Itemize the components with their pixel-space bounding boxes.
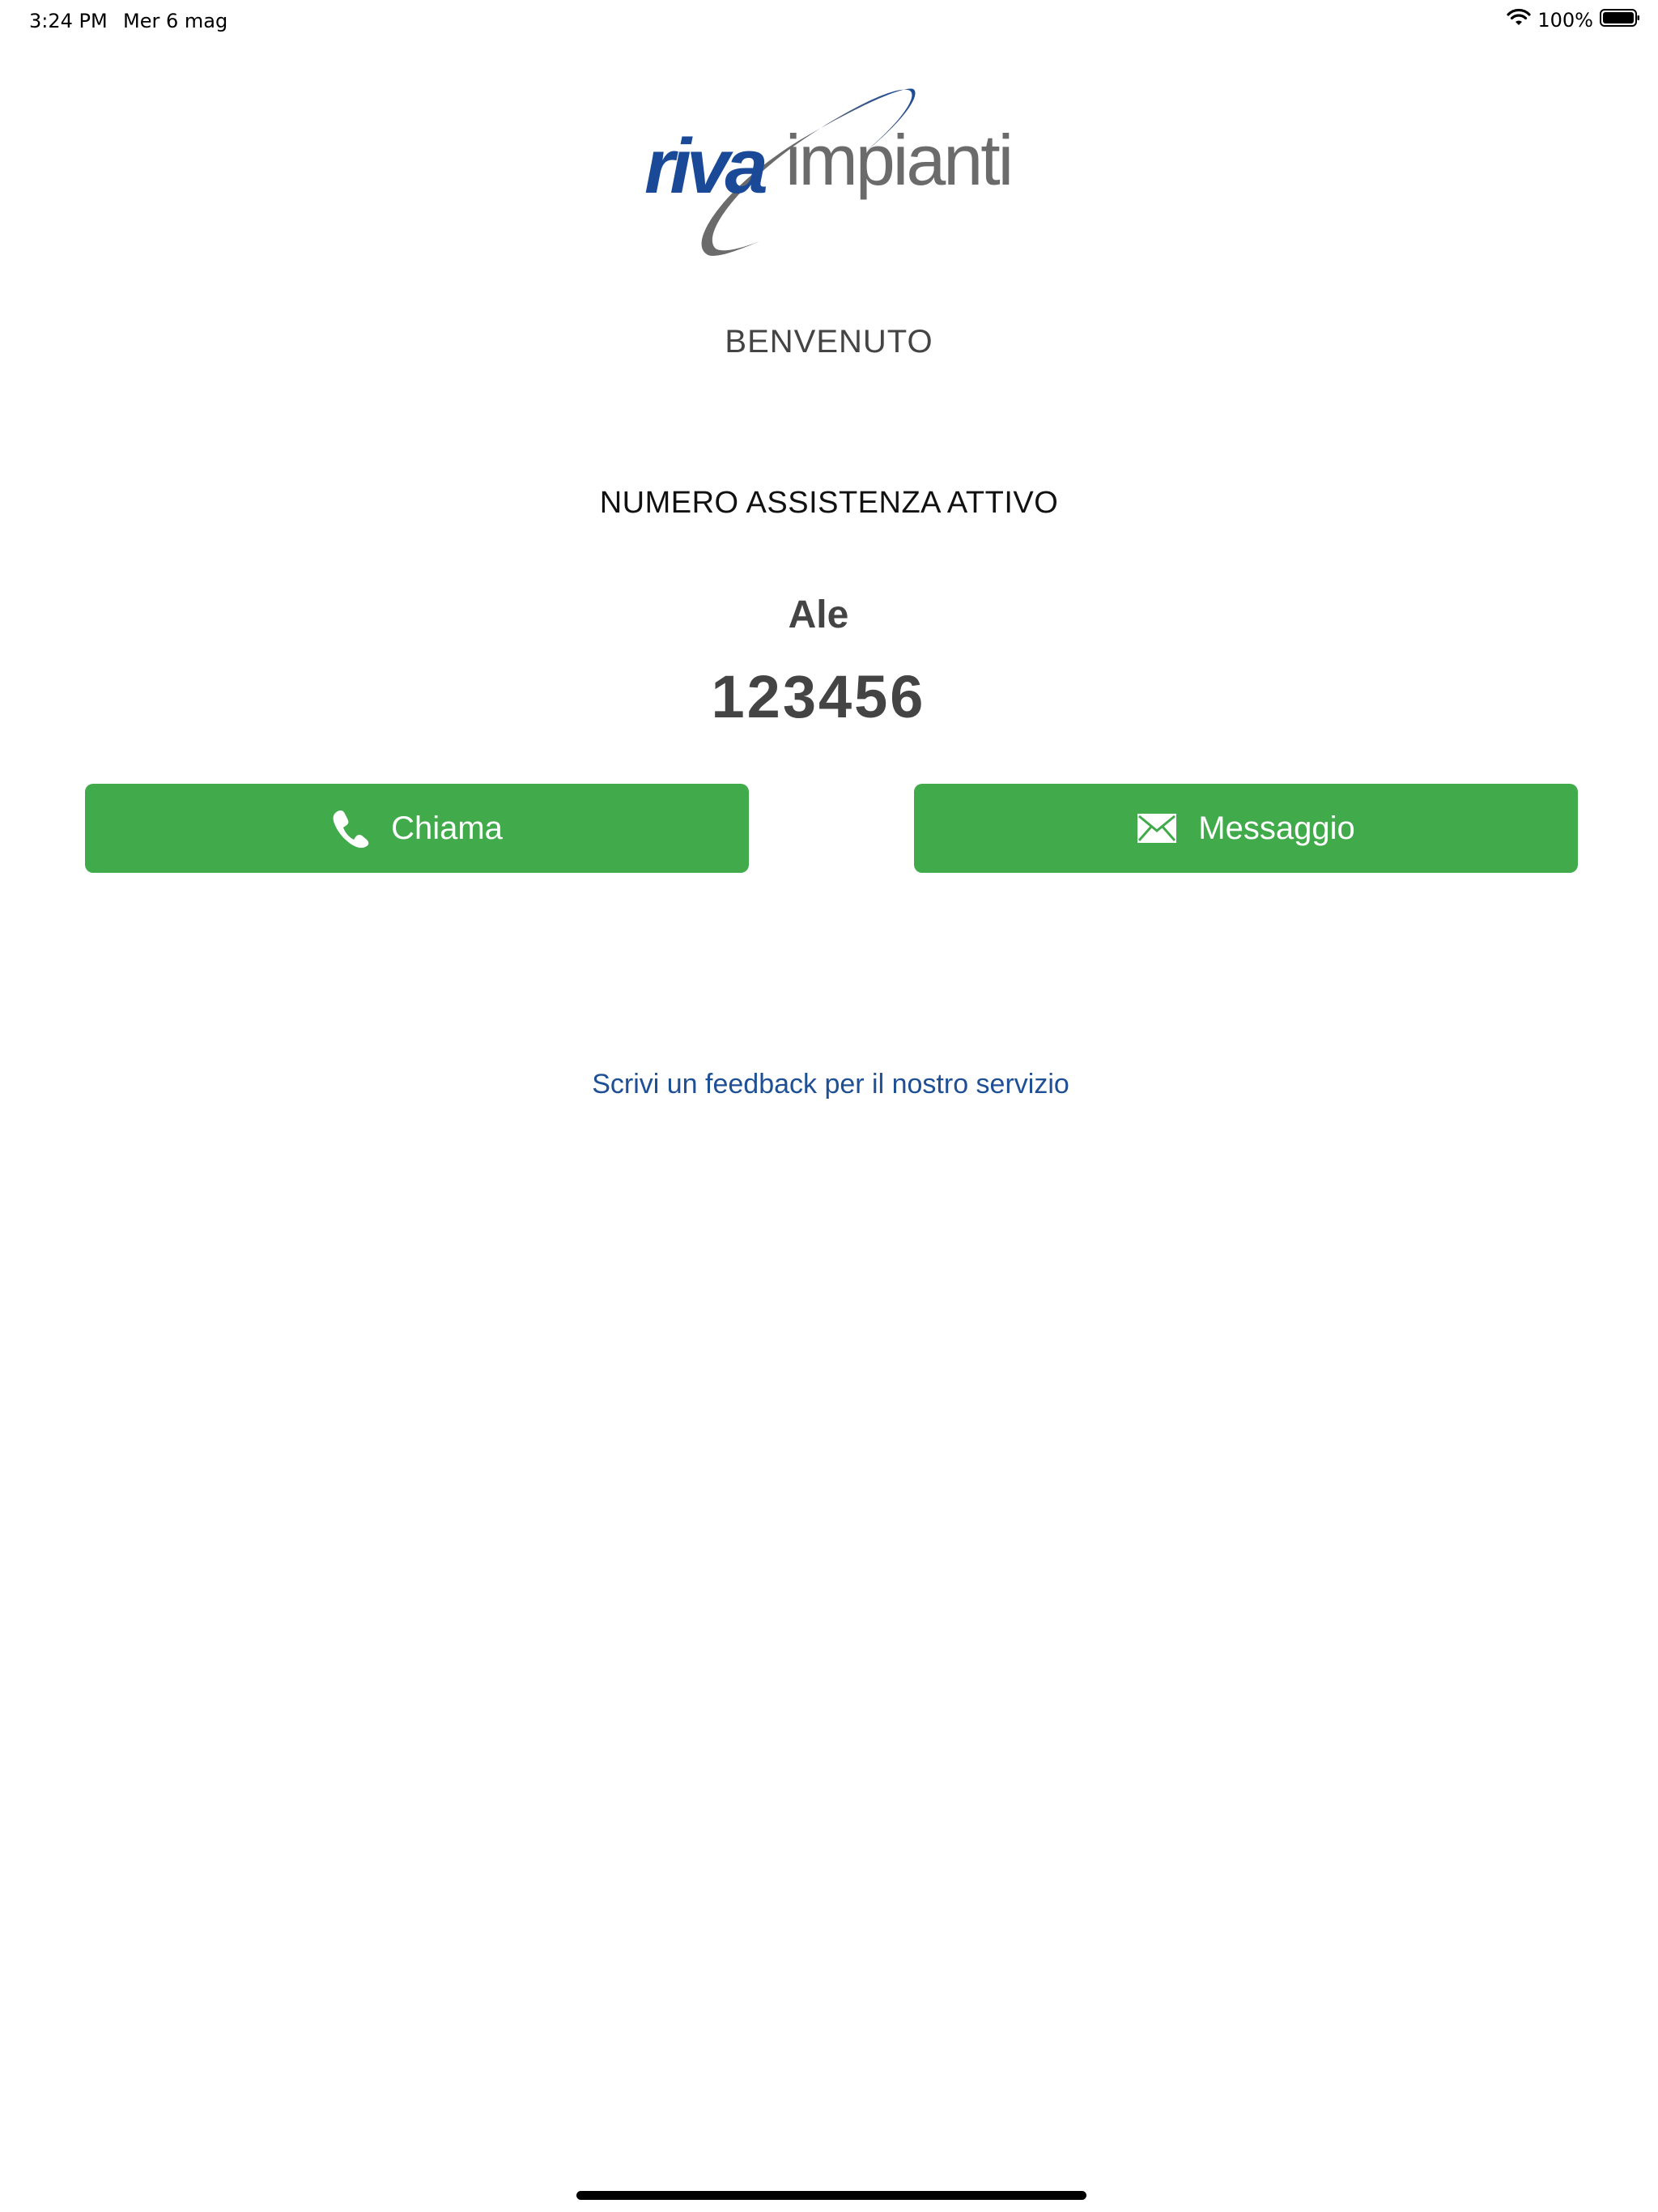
envelope-icon [1137, 813, 1177, 844]
battery-percentage: 100% [1537, 9, 1593, 32]
status-indicators: 100% [1507, 8, 1640, 32]
welcome-title: BENVENUTO [725, 324, 933, 359]
home-indicator[interactable] [576, 2191, 1086, 2200]
riva-impianti-logo: riva impianti [638, 71, 1027, 259]
support-number-label: NUMERO ASSISTENZA ATTIVO [599, 486, 1059, 520]
contact-number: 123456 [711, 663, 926, 730]
battery-full-icon [1600, 8, 1640, 32]
wifi-icon [1507, 8, 1531, 32]
message-button[interactable]: Messaggio [914, 784, 1578, 873]
call-button-label: Chiama [391, 810, 503, 846]
status-bar: 3:24 PM Mer 6 mag 100% [0, 0, 1658, 45]
status-date: Mer 6 mag [123, 10, 228, 32]
logo-text-impianti: impianti [785, 120, 1014, 200]
feedback-link[interactable]: Scrivi un feedback per il nostro servizi… [0, 1069, 1658, 1100]
phone-icon [331, 808, 370, 849]
status-time: 3:24 PM [29, 10, 108, 32]
message-button-label: Messaggio [1198, 810, 1355, 846]
contact-name: Ale [788, 593, 849, 636]
app-screen: 3:24 PM Mer 6 mag 100% riva impianti BEN… [0, 0, 1658, 2212]
call-button[interactable]: Chiama [85, 784, 749, 873]
logo-text-riva: riva [644, 123, 768, 210]
